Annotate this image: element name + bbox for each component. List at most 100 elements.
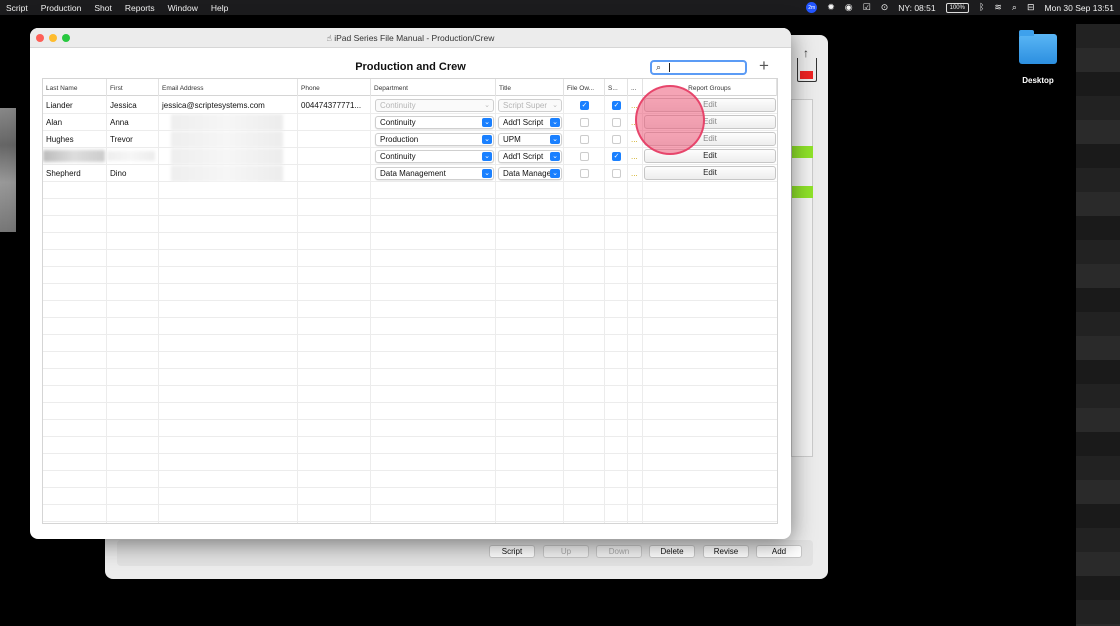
edit-report-groups-button[interactable]: Edit (644, 132, 776, 146)
file-owner-checkbox[interactable] (580, 118, 589, 127)
table-row[interactable]: Hughes Trevor Production ⌄ UPM ⌄ ... Edit (43, 131, 777, 148)
menubar-clock[interactable]: Mon 30 Sep 13:51 (1045, 3, 1114, 13)
s-checkbox[interactable] (612, 169, 621, 178)
title-select[interactable]: Add'l Script ⌄ (498, 150, 562, 163)
department-select[interactable]: Continuity ⌄ (375, 116, 494, 129)
menu-production[interactable]: Production (41, 3, 82, 13)
background-list[interactable] (791, 99, 813, 457)
edit-report-groups-button[interactable]: Edit (644, 98, 776, 112)
more-icon[interactable]: ... (631, 114, 638, 131)
column-header-s[interactable]: S... (605, 79, 628, 96)
menu-reports[interactable]: Reports (125, 3, 155, 13)
menu-shot[interactable]: Shot (94, 3, 112, 13)
more-icon[interactable]: ... (631, 131, 638, 148)
battery-indicator[interactable]: 100% (945, 2, 969, 13)
department-select[interactable]: Continuity ⌄ (375, 150, 494, 163)
revise-button[interactable]: Revise (703, 545, 749, 558)
cell-first-name[interactable]: Dino (107, 165, 159, 182)
edit-report-groups-button[interactable]: Edit (644, 166, 776, 180)
up-button[interactable]: Up (543, 545, 589, 558)
search-input[interactable]: ⌕ (650, 60, 747, 75)
spotlight-search-icon[interactable]: ⌕ (1012, 0, 1017, 15)
cell-last-name[interactable]: Alan (43, 114, 107, 131)
table-row[interactable]: Continuity ⌄ Add'l Script ⌄ ✓ ... Edit (43, 148, 777, 165)
s-checkbox[interactable]: ✓ (612, 101, 621, 110)
delete-button[interactable]: Delete (649, 545, 695, 558)
column-header-phone[interactable]: Phone (298, 79, 371, 96)
cell-first-name[interactable]: Anna (107, 114, 159, 131)
department-select-value: Production (380, 135, 419, 144)
edit-report-groups-button[interactable]: Edit (644, 149, 776, 163)
title-select[interactable]: UPM ⌄ (498, 133, 562, 146)
cell-email[interactable] (159, 131, 298, 148)
s-checkbox[interactable] (612, 118, 621, 127)
file-owner-checkbox[interactable] (580, 135, 589, 144)
text-caret (669, 63, 670, 72)
edit-report-groups-button[interactable]: Edit (644, 115, 776, 129)
more-icon[interactable]: ... (631, 97, 638, 114)
title-select[interactable]: Script Super ⌄ (498, 99, 562, 112)
add-crew-button[interactable]: + (759, 56, 769, 76)
menu-script[interactable]: Script (6, 3, 28, 13)
desktop-folder[interactable]: Desktop (1012, 30, 1064, 85)
department-select[interactable]: Data Management ⌄ (375, 167, 494, 180)
export-icon[interactable]: ↑ (797, 46, 817, 82)
department-select[interactable]: Continuity ⌄ (375, 99, 494, 112)
cell-last-name[interactable]: Shepherd (43, 165, 107, 182)
world-clock[interactable]: NY: 08:51 (898, 3, 935, 13)
cell-first-name[interactable]: Trevor (107, 131, 159, 148)
cell-phone[interactable]: 004474377771... (298, 97, 371, 114)
file-owner-checkbox[interactable] (580, 152, 589, 161)
cell-first-name[interactable]: Jessica (107, 97, 159, 114)
record-icon[interactable]: ⊙ (881, 0, 889, 15)
s-checkbox[interactable] (612, 135, 621, 144)
department-select[interactable]: Production ⌄ (375, 133, 494, 146)
cell-phone[interactable] (298, 165, 371, 182)
menu-help[interactable]: Help (211, 3, 228, 13)
control-center-icon[interactable]: ⊟ (1027, 0, 1035, 15)
cell-phone[interactable] (298, 114, 371, 131)
cell-email[interactable] (159, 148, 298, 165)
column-header-first[interactable]: First (107, 79, 159, 96)
cell-email[interactable] (159, 114, 298, 131)
script-button[interactable]: Script (489, 545, 535, 558)
share-arrow-icon: ↑ (803, 46, 809, 60)
cell-last-name[interactable]: Hughes (43, 131, 107, 148)
column-header-title[interactable]: Title (496, 79, 564, 96)
timer-badge-icon[interactable]: 2m (806, 2, 818, 13)
cell-email[interactable] (159, 165, 298, 182)
minimize-window-button[interactable] (49, 34, 57, 42)
wifi-icon[interactable]: ≋ (994, 0, 1002, 15)
title-select[interactable]: Add'l Script ⌄ (498, 116, 562, 129)
title-select[interactable]: Data Manage ⌄ (498, 167, 562, 180)
file-owner-checkbox[interactable]: ✓ (580, 101, 589, 110)
down-button[interactable]: Down (596, 545, 642, 558)
cell-first-name[interactable] (107, 148, 159, 165)
column-header-report-groups[interactable]: Report Groups (643, 79, 777, 96)
more-icon[interactable]: ... (631, 148, 638, 165)
column-header-email[interactable]: Email Address (159, 79, 298, 96)
sun-icon[interactable]: ✹ (827, 0, 835, 15)
add-button[interactable]: Add (756, 545, 802, 558)
cell-last-name[interactable]: Liander (43, 97, 107, 114)
table-row[interactable]: Shepherd Dino Data Management ⌄ Data Mana… (43, 165, 777, 182)
menu-window[interactable]: Window (168, 3, 198, 13)
file-owner-checkbox[interactable] (580, 169, 589, 178)
cell-phone[interactable] (298, 148, 371, 165)
cell-email[interactable]: jessica@scriptesystems.com (159, 97, 298, 114)
cell-phone[interactable] (298, 131, 371, 148)
checkmark-icon[interactable]: ☑ (863, 0, 871, 15)
more-icon[interactable]: ... (631, 165, 638, 182)
column-header-more[interactable]: ... (628, 79, 643, 96)
column-header-department[interactable]: Department (371, 79, 496, 96)
s-checkbox[interactable]: ✓ (612, 152, 621, 161)
close-window-button[interactable] (36, 34, 44, 42)
column-header-file-owner[interactable]: File Ow... (564, 79, 605, 96)
column-header-last-name[interactable]: Last Name (43, 79, 107, 96)
zoom-window-button[interactable] (62, 34, 70, 42)
table-row[interactable]: Alan Anna Continuity ⌄ Add'l Script ⌄ ... … (43, 114, 777, 131)
cell-last-name[interactable] (43, 148, 107, 165)
eye-icon[interactable]: ◉ (845, 0, 853, 15)
table-row[interactable]: Liander Jessica jessica@scriptesystems.c… (43, 97, 777, 114)
bluetooth-icon[interactable]: ᛒ (979, 0, 984, 15)
